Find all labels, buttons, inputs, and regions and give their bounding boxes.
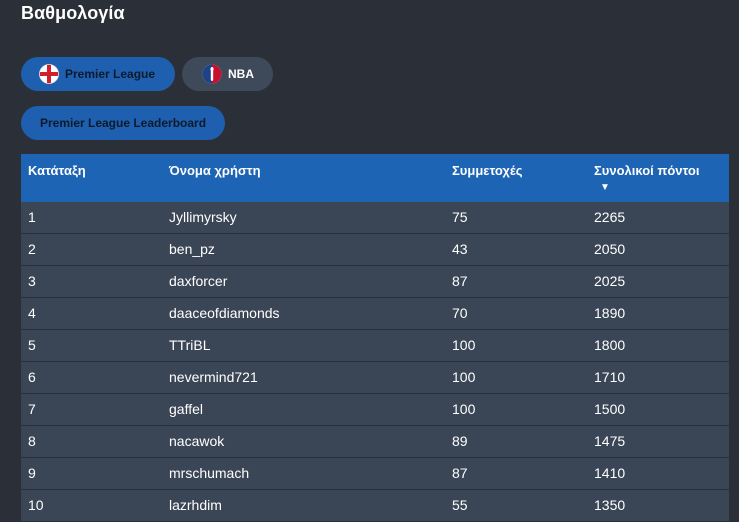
header-entries[interactable]: Συμμετοχές	[452, 163, 522, 178]
cell-entries: 43	[452, 241, 468, 257]
cell-rank: 4	[28, 305, 36, 321]
cell-username[interactable]: TTriBL	[169, 337, 210, 353]
cell-rank: 8	[28, 433, 36, 449]
leaderboard-button[interactable]: Premier League Leaderboard	[21, 106, 225, 140]
cell-points: 1410	[594, 465, 626, 481]
cell-username[interactable]: gaffel	[169, 401, 203, 417]
tab-label: Premier League	[65, 67, 156, 81]
tab-nba[interactable]: NBA	[182, 57, 273, 91]
leaderboard-table: Κατάταξη Όνομα χρήστη Συμμετοχές Συνολικ…	[21, 154, 729, 522]
table-row: 3 daxforcer 87 2025	[21, 266, 729, 298]
cell-points: 2050	[594, 241, 626, 257]
header-username[interactable]: Όνομα χρήστη	[169, 163, 261, 178]
cell-rank: 7	[28, 401, 36, 417]
table-row: 10 lazrhdim 55 1350	[21, 490, 729, 522]
cell-entries: 100	[452, 337, 476, 353]
cell-entries: 87	[452, 273, 468, 289]
cell-rank: 3	[28, 273, 36, 289]
cell-entries: 70	[452, 305, 468, 321]
cell-username[interactable]: nacawok	[169, 433, 224, 449]
england-flag-icon	[39, 64, 59, 84]
cell-points: 2265	[594, 209, 626, 225]
table-row: 2 ben_pz 43 2050	[21, 234, 729, 266]
table-row: 7 gaffel 100 1500	[21, 394, 729, 426]
nba-logo-icon	[202, 64, 222, 84]
cell-points: 2025	[594, 273, 626, 289]
cell-points: 1350	[594, 497, 626, 513]
cell-entries: 75	[452, 209, 468, 225]
table-row: 5 TTriBL 100 1800	[21, 330, 729, 362]
table-row: 6 nevermind721 100 1710	[21, 362, 729, 394]
cell-rank: 10	[28, 497, 44, 513]
table-header: Κατάταξη Όνομα χρήστη Συμμετοχές Συνολικ…	[21, 154, 729, 202]
cell-entries: 100	[452, 369, 476, 385]
cell-username[interactable]: nevermind721	[169, 369, 258, 385]
cell-entries: 100	[452, 401, 476, 417]
cell-entries: 55	[452, 497, 468, 513]
sort-desc-icon: ▼	[600, 182, 610, 193]
table-row: 8 nacawok 89 1475	[21, 426, 729, 458]
table-row: 4 daaceofdiamonds 70 1890	[21, 298, 729, 330]
cell-points: 1500	[594, 401, 626, 417]
cell-username[interactable]: daxforcer	[169, 273, 227, 289]
cell-points: 1710	[594, 369, 626, 385]
cell-username[interactable]: mrschumach	[169, 465, 249, 481]
table-row: 9 mrschumach 87 1410	[21, 458, 729, 490]
cell-points: 1800	[594, 337, 626, 353]
cell-username[interactable]: lazrhdim	[169, 497, 222, 513]
cell-username[interactable]: ben_pz	[169, 241, 215, 257]
cell-username[interactable]: Jyllimyrsky	[169, 209, 237, 225]
leaderboard-page: Βαθμολογία Premier League NBA Premier Le…	[0, 0, 739, 522]
table-row: 1 Jyllimyrsky 75 2265	[21, 202, 729, 234]
cell-entries: 87	[452, 465, 468, 481]
cell-points: 1890	[594, 305, 626, 321]
cell-rank: 6	[28, 369, 36, 385]
cell-entries: 89	[452, 433, 468, 449]
tab-premier-league[interactable]: Premier League	[21, 57, 175, 91]
cell-rank: 5	[28, 337, 36, 353]
cell-rank: 1	[28, 209, 36, 225]
cell-rank: 2	[28, 241, 36, 257]
header-total-points-label: Συνολικοί πόντοι	[594, 163, 700, 178]
cell-username[interactable]: daaceofdiamonds	[169, 305, 280, 321]
header-rank[interactable]: Κατάταξη	[28, 163, 86, 178]
tab-label: NBA	[228, 67, 254, 81]
page-title: Βαθμολογία	[21, 3, 125, 23]
cell-rank: 9	[28, 465, 36, 481]
header-total-points[interactable]: Συνολικοί πόντοι ▼	[594, 163, 699, 193]
table-body: 1 Jyllimyrsky 75 2265 2 ben_pz 43 2050 3 daxforce…	[21, 202, 729, 522]
cell-points: 1475	[594, 433, 626, 449]
